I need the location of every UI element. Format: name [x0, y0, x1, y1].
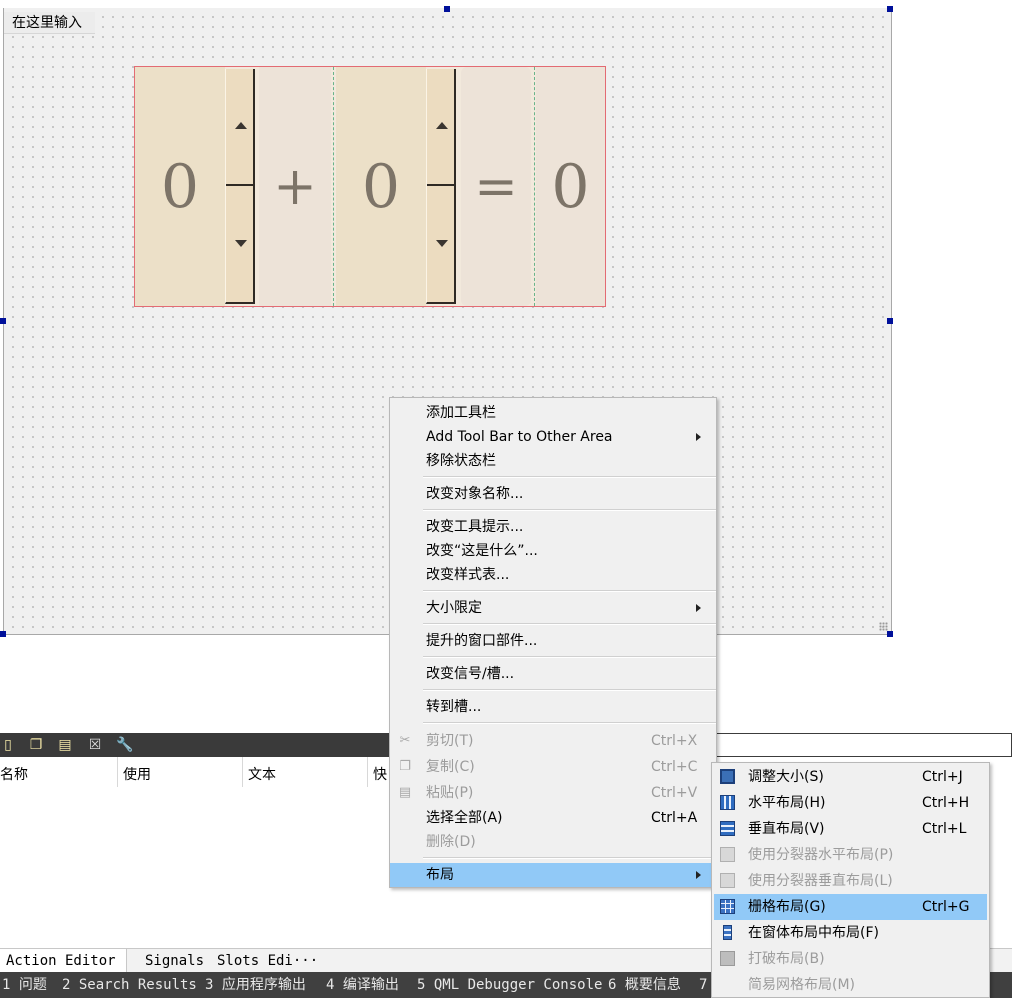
- grid-layout-icon: [720, 899, 735, 914]
- horizontal-splitter-icon: [720, 847, 735, 862]
- selection-handle-left[interactable]: [0, 318, 6, 324]
- status-qml-debugger[interactable]: 5 QML Debugger Console: [417, 972, 602, 998]
- spin-up-icon[interactable]: [436, 122, 448, 129]
- status-search-results[interactable]: 2 Search Results: [62, 972, 197, 998]
- spin-down-icon[interactable]: [235, 240, 247, 247]
- submenu-grid-layout[interactable]: 栅格布局(G) Ctrl+G: [714, 894, 987, 920]
- tab-signals[interactable]: Signals: [139, 949, 210, 973]
- filter-input[interactable]: [716, 733, 1012, 757]
- status-compile-output[interactable]: 4 编译输出: [326, 972, 399, 998]
- menu-change-whats-this[interactable]: 改变“这是什么”...: [390, 539, 716, 563]
- submenu-horizontal-layout[interactable]: 水平布局(H) Ctrl+H: [714, 790, 987, 816]
- submenu-arrow-icon: [696, 604, 701, 612]
- submenu-adjust-size[interactable]: 调整大小(S) Ctrl+J: [714, 764, 987, 790]
- status-general-messages[interactable]: 6 概要信息: [608, 972, 681, 998]
- submenu-form-layout[interactable]: 在窗体布局中布局(F): [714, 920, 987, 946]
- menu-change-stylesheet[interactable]: 改变样式表...: [390, 563, 716, 587]
- adjust-size-icon: [720, 769, 735, 784]
- layout-submenu: 调整大小(S) Ctrl+J 水平布局(H) Ctrl+H 垂直布局(V) Ctrl+…: [711, 762, 990, 998]
- status-app-output[interactable]: 3 应用程序输出: [205, 972, 306, 998]
- menu-remove-statusbar[interactable]: 移除状态栏: [390, 449, 716, 473]
- menu-delete[interactable]: 删除(D): [390, 830, 716, 854]
- delete-icon[interactable]: ☒: [87, 737, 103, 753]
- tab-action-editor[interactable]: Action Editor: [0, 949, 127, 973]
- status-tab-7[interactable]: 7: [699, 972, 707, 998]
- submenu-vertical-splitter[interactable]: 使用分裂器垂直布局(L): [714, 868, 987, 894]
- menu-go-to-slot[interactable]: 转到槽...: [390, 695, 716, 719]
- menu-promoted-widgets[interactable]: 提升的窗口部件...: [390, 629, 716, 653]
- tab-slots-editor[interactable]: Slots Edi···: [211, 949, 324, 973]
- vertical-splitter-icon: [720, 873, 735, 888]
- paste-icon: ▤: [398, 785, 412, 800]
- menu-paste[interactable]: ▤ 粘贴(P) Ctrl+V: [390, 781, 716, 805]
- operator-label: +: [259, 67, 331, 306]
- break-layout-icon: [720, 951, 735, 966]
- selection-handle-right[interactable]: [887, 318, 893, 324]
- spin-up-icon[interactable]: [235, 122, 247, 129]
- horizontal-layout-icon: [720, 795, 735, 810]
- column-shortcut[interactable]: 快: [373, 764, 387, 784]
- layout-splitter: [333, 67, 335, 306]
- column-text[interactable]: 文本: [248, 764, 276, 784]
- action-editor-toolbar: ▯ ❐ ▤ ☒ 🔧: [0, 733, 390, 757]
- left-operand-display[interactable]: 0: [135, 67, 225, 306]
- left-spinbox[interactable]: [225, 69, 255, 304]
- spin-down-icon[interactable]: [436, 240, 448, 247]
- paste-icon[interactable]: ▤: [57, 737, 73, 753]
- menu-select-all[interactable]: 选择全部(A) Ctrl+A: [390, 806, 716, 830]
- menu-copy[interactable]: ❐ 复制(C) Ctrl+C: [390, 755, 716, 779]
- wrench-icon[interactable]: 🔧: [116, 737, 133, 753]
- new-action-icon[interactable]: ▯: [0, 737, 16, 753]
- menu-cut[interactable]: ✂ 剪切(T) Ctrl+X: [390, 729, 716, 753]
- scissors-icon: ✂: [399, 733, 411, 748]
- equals-label: =: [461, 67, 531, 306]
- resize-grip[interactable]: [879, 622, 888, 631]
- vertical-layout-icon: [720, 821, 735, 836]
- submenu-arrow-icon: [696, 871, 701, 879]
- status-issues[interactable]: 1 问题: [2, 972, 47, 998]
- column-used[interactable]: 使用: [123, 764, 151, 784]
- submenu-horizontal-splitter[interactable]: 使用分裂器水平布局(P): [714, 842, 987, 868]
- menubar-type-here[interactable]: 在这里输入: [4, 12, 95, 34]
- selection-handle-bottom-left[interactable]: [0, 631, 6, 637]
- menu-add-toolbar-other-area[interactable]: Add Tool Bar to Other Area: [390, 425, 716, 449]
- selection-handle-top-right[interactable]: [887, 6, 893, 12]
- context-menu: 添加工具栏 Add Tool Bar to Other Area 移除状态栏 改…: [389, 397, 717, 888]
- right-operand-display[interactable]: 0: [336, 67, 426, 306]
- menu-change-tooltip[interactable]: 改变工具提示...: [390, 515, 716, 539]
- submenu-vertical-layout[interactable]: 垂直布局(V) Ctrl+L: [714, 816, 987, 842]
- submenu-simplify-grid[interactable]: 简易网格布局(M): [714, 972, 987, 998]
- menu-layout[interactable]: 布局: [390, 863, 716, 887]
- copy-icon[interactable]: ❐: [28, 737, 44, 753]
- right-spinbox[interactable]: [426, 69, 456, 304]
- menu-size-constraints[interactable]: 大小限定: [390, 596, 716, 620]
- result-display: 0: [536, 67, 605, 306]
- column-name[interactable]: 名称: [0, 764, 28, 784]
- action-table-header: 名称 使用 文本 快: [0, 757, 390, 787]
- menu-add-toolbar[interactable]: 添加工具栏: [390, 401, 716, 425]
- copy-icon: ❐: [399, 759, 411, 774]
- selection-handle-bottom-right[interactable]: [887, 631, 893, 637]
- submenu-break-layout[interactable]: 打破布局(B): [714, 946, 987, 972]
- form-layout-icon: [723, 925, 732, 940]
- submenu-arrow-icon: [696, 433, 701, 441]
- menu-change-signals-slots[interactable]: 改变信号/槽...: [390, 662, 716, 686]
- selection-handle-top[interactable]: [444, 6, 450, 12]
- menu-change-object-name[interactable]: 改变对象名称...: [390, 482, 716, 506]
- calculator-layout[interactable]: 0 + 0 = 0: [134, 66, 606, 307]
